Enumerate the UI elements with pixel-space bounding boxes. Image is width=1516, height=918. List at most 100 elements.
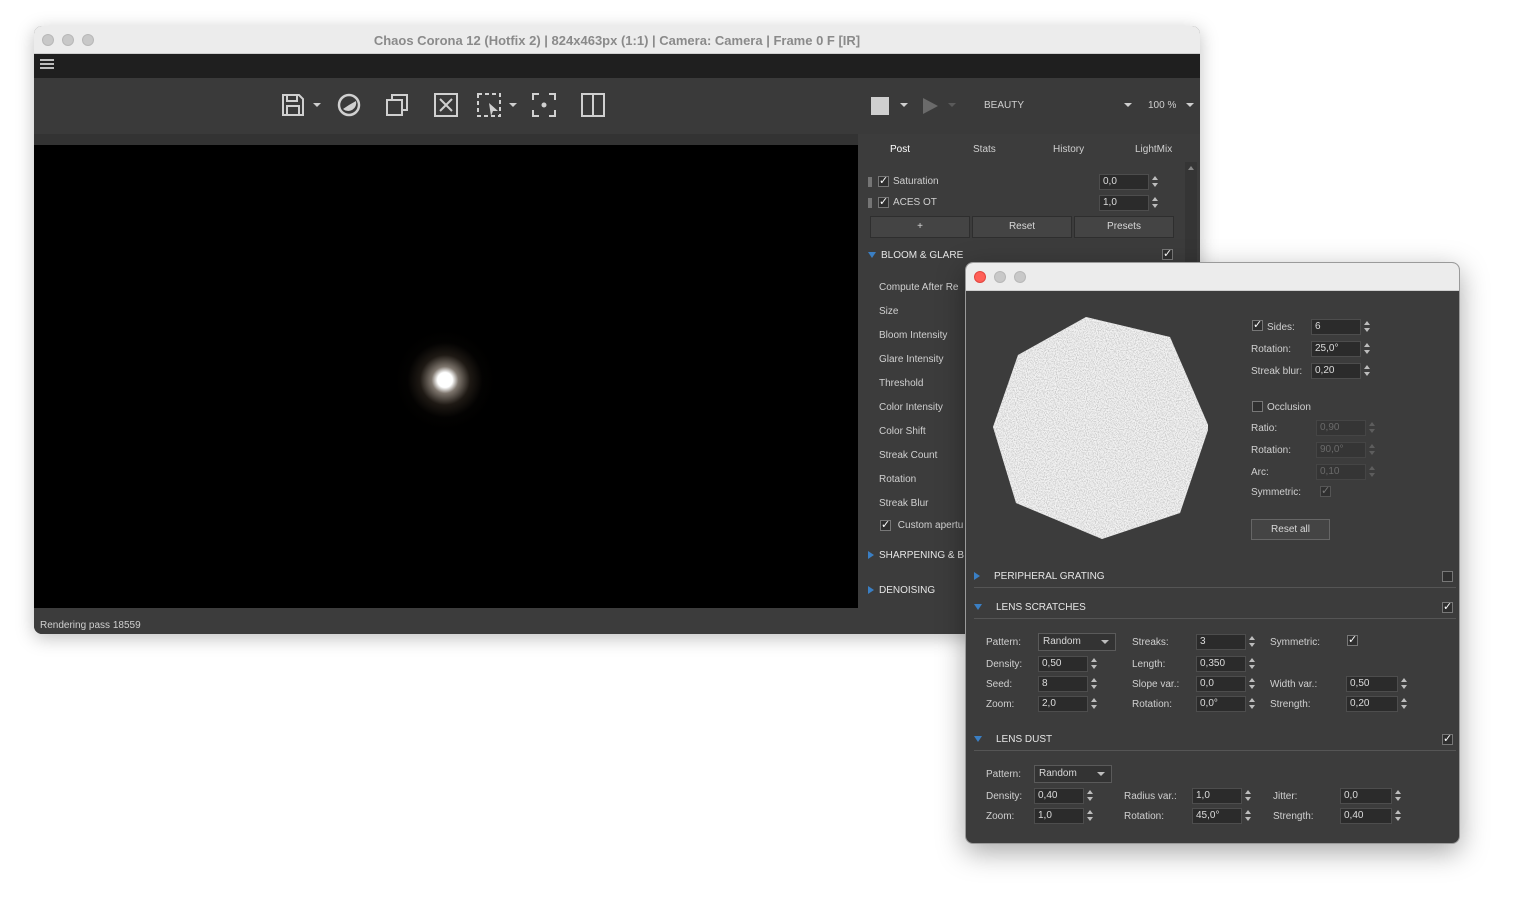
aces-checkbox[interactable] <box>878 195 889 208</box>
zoom-dialog-button[interactable] <box>1014 271 1026 283</box>
stepper-icon[interactable] <box>1085 808 1095 824</box>
stepper-icon[interactable] <box>1247 634 1257 650</box>
add-operator-button[interactable]: + <box>870 216 970 238</box>
stepper-icon[interactable] <box>1089 696 1099 712</box>
scratches-symmetric-checkbox[interactable] <box>1347 633 1358 646</box>
minimize-dialog-button[interactable] <box>994 271 1006 283</box>
occlusion-symmetric-checkbox[interactable] <box>1320 484 1331 497</box>
stepper-icon[interactable] <box>1362 363 1372 379</box>
streak-blur-input[interactable]: 0,20 <box>1311 363 1370 379</box>
render-viewport[interactable] <box>34 134 858 608</box>
stepper-icon[interactable] <box>1393 788 1403 804</box>
custom-aperture-row[interactable]: Custom apertu <box>880 518 963 531</box>
occlusion-rotation-input[interactable]: 90,0° <box>1316 442 1375 458</box>
stepper-icon[interactable] <box>1399 696 1409 712</box>
stepper-icon[interactable] <box>1089 656 1099 672</box>
stepper-icon[interactable] <box>1247 676 1257 692</box>
streaks-input[interactable]: 3 <box>1196 634 1255 650</box>
presets-button[interactable]: Presets <box>1074 216 1174 238</box>
length-input[interactable]: 0,350 <box>1196 656 1255 672</box>
hamburger-menu-icon[interactable] <box>40 59 54 71</box>
ratio-label: Ratio: <box>1251 423 1278 434</box>
stepper-icon[interactable] <box>1150 195 1160 211</box>
tab-post[interactable]: Post <box>890 144 910 155</box>
denoising-header[interactable]: DENOISING <box>868 585 935 596</box>
lens-scratches-checkbox[interactable] <box>1442 600 1453 613</box>
split-view-icon[interactable] <box>580 92 606 118</box>
render-dropdown-icon[interactable] <box>948 103 956 107</box>
stepper-icon[interactable] <box>1367 442 1377 458</box>
radius-var-input[interactable]: 1,0 <box>1192 788 1251 804</box>
tab-history[interactable]: History <box>1053 144 1084 155</box>
zoom-dropdown-icon[interactable] <box>1186 103 1194 107</box>
render-image[interactable] <box>34 145 858 608</box>
render-element-select[interactable]: BEAUTY <box>984 100 1024 111</box>
start-render-icon[interactable] <box>920 96 940 116</box>
tab-stats[interactable]: Stats <box>973 144 996 155</box>
sides-input[interactable]: 6 <box>1311 319 1370 335</box>
drag-handle-icon[interactable] <box>868 177 872 187</box>
stepper-icon[interactable] <box>1085 788 1095 804</box>
stepper-icon[interactable] <box>1393 808 1403 824</box>
sharpening-header[interactable]: SHARPENING & B <box>868 550 964 561</box>
scratches-seed-input[interactable]: 8 <box>1038 676 1097 692</box>
ratio-input[interactable]: 0,90 <box>1316 420 1375 436</box>
slope-var-input[interactable]: 0,0 <box>1196 676 1255 692</box>
save-dropdown-icon[interactable] <box>313 103 321 107</box>
custom-aperture-checkbox[interactable] <box>880 518 891 531</box>
zoom-select[interactable]: 100 % <box>1148 100 1176 111</box>
stop-render-button[interactable] <box>871 97 889 115</box>
lens-dust-checkbox[interactable] <box>1442 732 1453 745</box>
dust-density-input[interactable]: 0,40 <box>1034 788 1093 804</box>
tab-lightmix[interactable]: LightMix <box>1135 144 1172 155</box>
dust-rotation-input[interactable]: 45,0° <box>1192 808 1251 824</box>
stepper-icon[interactable] <box>1367 420 1377 436</box>
peripheral-grating-header[interactable]: PERIPHERAL GRATING <box>974 571 1105 582</box>
lens-scratches-header[interactable]: LENS SCRATCHES <box>974 602 1086 613</box>
scratches-rotation-input[interactable]: 0,0° <box>1196 696 1255 712</box>
stop-dropdown-icon[interactable] <box>900 103 908 107</box>
color-picker-icon[interactable] <box>336 92 362 118</box>
jitter-input[interactable]: 0,0 <box>1340 788 1401 804</box>
region-render-icon[interactable] <box>476 92 502 118</box>
render-element-dropdown-icon[interactable] <box>1124 103 1132 107</box>
lens-dust-header[interactable]: LENS DUST <box>974 734 1052 745</box>
bloom-glare-header[interactable]: BLOOM & GLARE <box>868 250 963 261</box>
stepper-icon[interactable] <box>1089 676 1099 692</box>
dust-pattern-select[interactable]: Random <box>1034 765 1112 783</box>
saturation-checkbox[interactable] <box>878 174 889 187</box>
stepper-icon[interactable] <box>1362 341 1372 357</box>
arc-input[interactable]: 0,10 <box>1316 464 1375 480</box>
scratches-density-input[interactable]: 0,50 <box>1038 656 1097 672</box>
region-dropdown-icon[interactable] <box>509 103 517 107</box>
occlusion-checkbox[interactable] <box>1252 401 1263 412</box>
clear-vfb-icon[interactable] <box>433 92 459 118</box>
aces-input[interactable]: 1,0 <box>1099 195 1158 211</box>
scratches-strength-input[interactable]: 0,20 <box>1346 696 1407 712</box>
drag-handle-icon[interactable] <box>868 198 872 208</box>
peripheral-grating-checkbox[interactable] <box>1442 571 1453 582</box>
copy-icon[interactable] <box>384 92 410 118</box>
reset-button[interactable]: Reset <box>972 216 1072 238</box>
dust-strength-input[interactable]: 0,40 <box>1340 808 1401 824</box>
width-var-input[interactable]: 0,50 <box>1346 676 1407 692</box>
save-icon[interactable] <box>280 92 306 118</box>
close-dialog-button[interactable] <box>974 271 986 283</box>
stepper-icon[interactable] <box>1399 676 1409 692</box>
stepper-icon[interactable] <box>1362 319 1372 335</box>
saturation-input[interactable]: 0,0 <box>1099 174 1158 190</box>
rotation-input[interactable]: 25,0° <box>1311 341 1370 357</box>
dust-zoom-input[interactable]: 1,0 <box>1034 808 1093 824</box>
scratches-zoom-input[interactable]: 2,0 <box>1038 696 1097 712</box>
focus-pick-icon[interactable] <box>531 92 557 118</box>
reset-all-button[interactable]: Reset all <box>1251 519 1330 540</box>
stepper-icon[interactable] <box>1247 696 1257 712</box>
stepper-icon[interactable] <box>1150 174 1160 190</box>
bloom-glare-checkbox[interactable] <box>1162 247 1173 260</box>
stepper-icon[interactable] <box>1367 464 1377 480</box>
sides-checkbox[interactable] <box>1252 318 1263 331</box>
scratches-pattern-select[interactable]: Random <box>1038 633 1116 651</box>
stepper-icon[interactable] <box>1243 808 1253 824</box>
stepper-icon[interactable] <box>1247 656 1257 672</box>
stepper-icon[interactable] <box>1243 788 1253 804</box>
